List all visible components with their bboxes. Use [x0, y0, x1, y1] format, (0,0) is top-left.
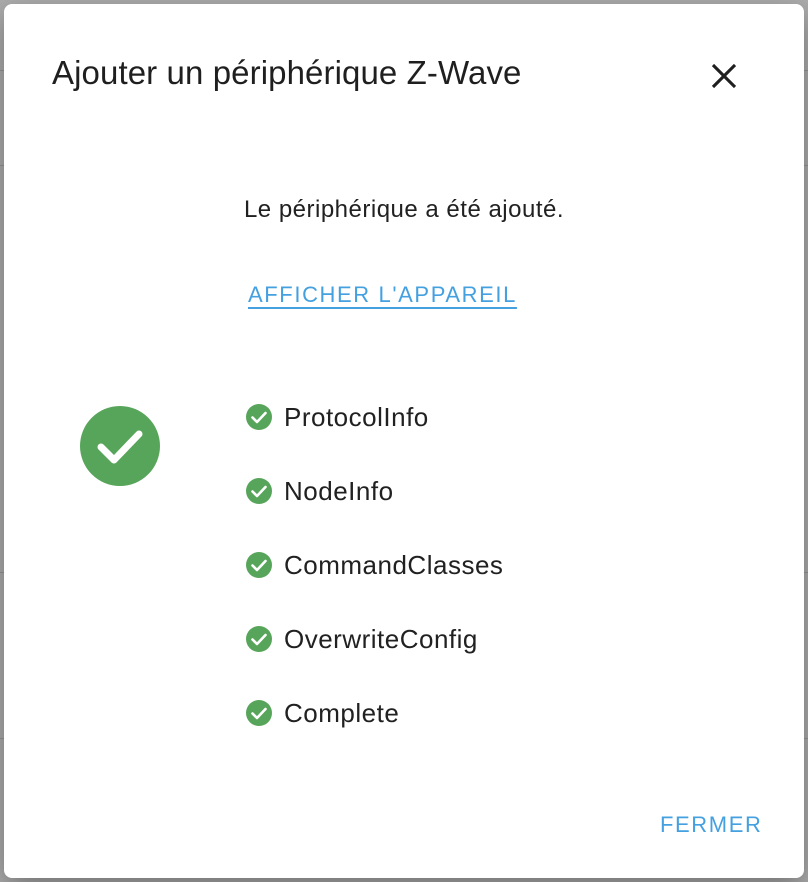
step-item: Complete	[245, 676, 503, 750]
step-label: Complete	[284, 697, 400, 728]
add-zwave-device-dialog: Ajouter un périphérique Z-Wave Le périph…	[4, 4, 804, 878]
close-button[interactable]: FERMER	[660, 812, 763, 838]
close-icon	[711, 63, 737, 89]
view-device-link[interactable]: AFFICHER L'APPAREIL	[248, 282, 517, 308]
step-item: CommandClasses	[245, 528, 503, 602]
check-circle-icon	[246, 404, 272, 430]
step-label: ProtocolInfo	[284, 401, 429, 432]
check-circle-icon	[246, 552, 272, 578]
check-circle-icon	[246, 700, 272, 726]
step-item: OverwriteConfig	[245, 602, 503, 676]
step-item: ProtocolInfo	[245, 380, 503, 454]
step-item: NodeInfo	[245, 454, 503, 528]
check-circle-icon	[246, 626, 272, 652]
check-circle-icon	[80, 406, 160, 486]
interview-steps-list: ProtocolInfo NodeInfo CommandClasses Ove…	[245, 380, 503, 750]
dialog-title: Ajouter un périphérique Z-Wave	[52, 54, 522, 91]
status-message: Le périphérique a été ajouté.	[243, 196, 565, 223]
step-label: CommandClasses	[284, 549, 504, 580]
close-dialog-button[interactable]	[696, 48, 752, 104]
step-label: NodeInfo	[284, 475, 394, 506]
check-circle-icon	[246, 478, 272, 504]
step-label: OverwriteConfig	[284, 623, 478, 654]
